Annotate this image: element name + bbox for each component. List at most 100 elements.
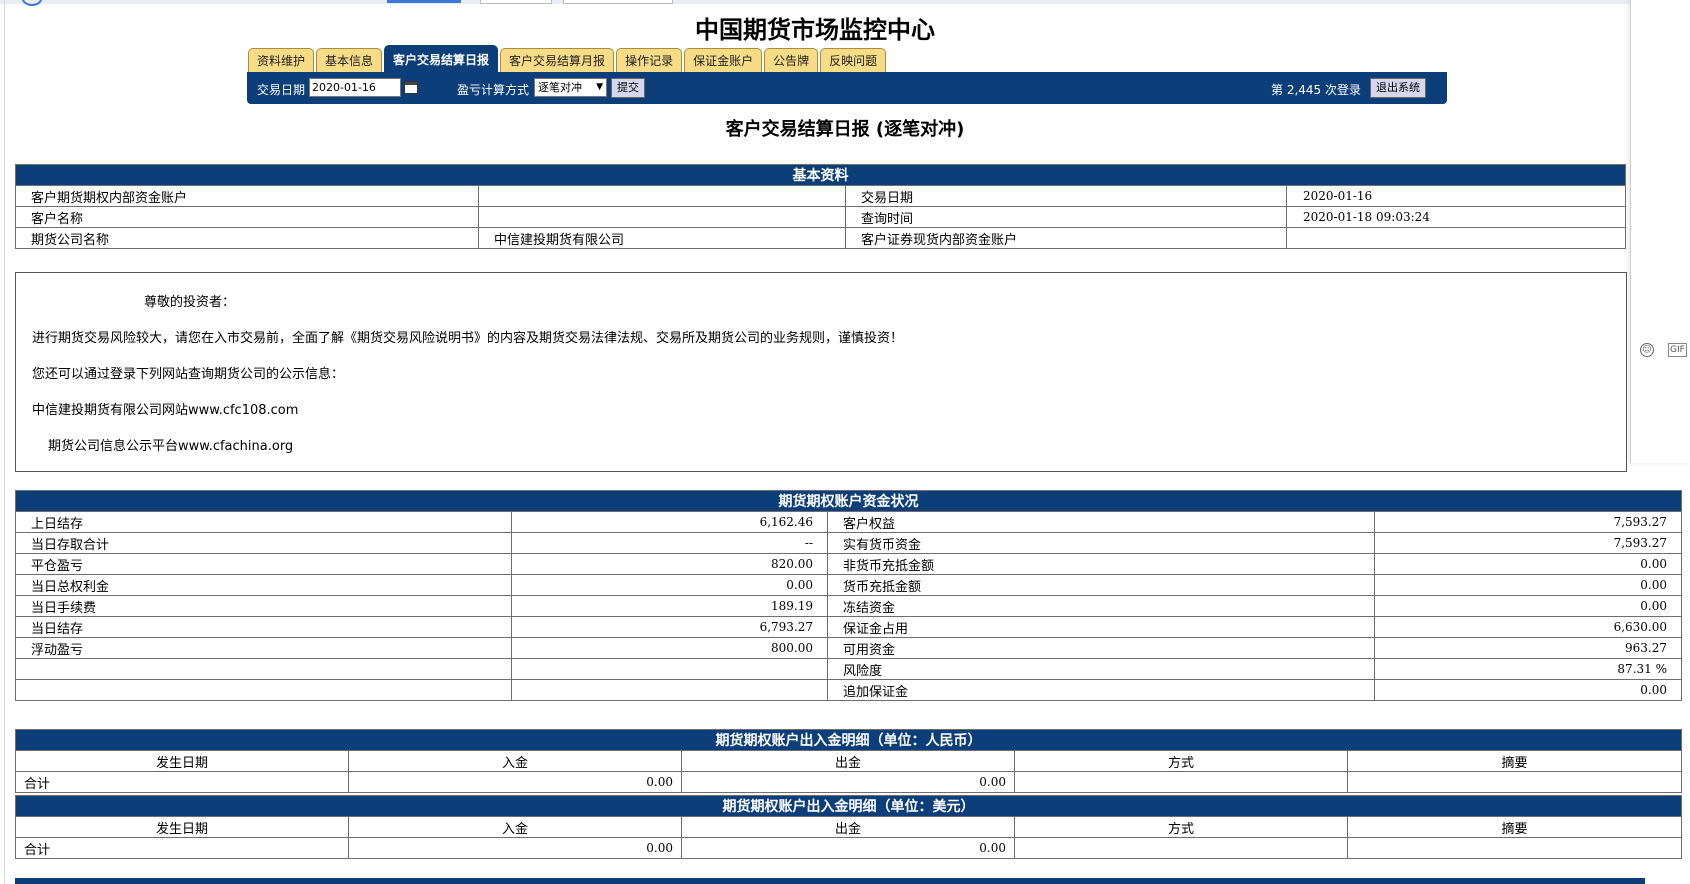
- field-value: [478, 206, 846, 228]
- browser-field: [563, 0, 673, 4]
- field-label: [15, 658, 512, 680]
- main-tabs: 资料维护 基本信息 客户交易结算日报 客户交易结算月报 操作记录 保证金账户 公…: [248, 45, 887, 73]
- column-header: 摘要: [1347, 750, 1682, 772]
- field-value: 6,793.27: [511, 616, 828, 638]
- total-label: 合计: [15, 837, 349, 859]
- table-row: 合计 0.00 0.00: [15, 771, 1682, 793]
- tab-data-maintenance[interactable]: 资料维护: [248, 48, 315, 73]
- table-header-row: 发生日期 入金 出金 方式 摘要: [15, 750, 1682, 772]
- column-header: 入金: [348, 750, 682, 772]
- field-label: 当日结存: [15, 616, 512, 638]
- submit-button[interactable]: 提交: [611, 78, 645, 98]
- table-row: 客户期货期权内部资金账户 交易日期 2020-01-16: [15, 185, 1626, 207]
- table-row: 当日结存 6,793.27 保证金占用 6,630.00: [15, 616, 1682, 638]
- field-value: 963.27: [1374, 637, 1682, 659]
- column-header: 入金: [348, 816, 682, 838]
- browser-tab-indicator: [387, 0, 461, 3]
- total-withdrawal: 0.00: [681, 771, 1015, 793]
- field-value: 7,593.27: [1374, 532, 1682, 554]
- field-label: 平仓盈亏: [15, 553, 512, 575]
- field-value: 6,630.00: [1374, 616, 1682, 638]
- table-row: 浮动盈亏 800.00 可用资金 963.27: [15, 637, 1682, 659]
- field-value: 6,162.46: [511, 511, 828, 533]
- field-value: 0.00: [1374, 679, 1682, 701]
- field-label: 保证金占用: [827, 616, 1375, 638]
- table-row: 当日手续费 189.19 冻结资金 0.00: [15, 595, 1682, 617]
- trade-date-input[interactable]: [309, 78, 401, 97]
- calc-method-select[interactable]: 逐笔对冲 ▼: [534, 78, 607, 97]
- tab-margin-account[interactable]: 保证金账户: [684, 48, 763, 73]
- field-value: 2020-01-18 09:03:24: [1286, 206, 1626, 228]
- tab-feedback[interactable]: 反映问题: [820, 48, 887, 73]
- field-label: 货币充抵金额: [827, 574, 1375, 596]
- column-header: 方式: [1014, 816, 1348, 838]
- table-row: 当日存取合计 -- 实有货币资金 7,593.27: [15, 532, 1682, 554]
- field-value: [478, 185, 846, 207]
- column-header: 方式: [1014, 750, 1348, 772]
- field-label: 可用资金: [827, 637, 1375, 659]
- tab-operation-log[interactable]: 操作记录: [616, 48, 683, 73]
- table-row: 客户名称 查询时间 2020-01-18 09:03:24: [15, 206, 1626, 228]
- table-header-row: 发生日期 入金 出金 方式 摘要: [15, 816, 1682, 838]
- funds-table: 期货期权账户资金状况 上日结存 6,162.46 客户权益 7,593.27 当日存取…: [15, 490, 1682, 701]
- column-header: 出金: [681, 816, 1015, 838]
- notice-text: 您还可以通过登录下列网站查询期货公司的公示信息：: [32, 367, 345, 382]
- table-row: 上日结存 6,162.46 客户权益 7,593.27: [15, 511, 1682, 533]
- next-section-header: [15, 878, 1645, 884]
- column-header: 摘要: [1347, 816, 1682, 838]
- browser-field: [480, 0, 552, 4]
- method-cell: [1014, 837, 1348, 859]
- total-deposit: 0.00: [348, 771, 682, 793]
- cny-deposit-table: 期货期权账户出入金明细（单位：人民币） 发生日期 入金 出金 方式 摘要 合计 …: [15, 729, 1682, 793]
- section-header: 基本资料: [15, 164, 1626, 186]
- field-label: 客户名称: [15, 206, 479, 228]
- tab-monthly-statement[interactable]: 客户交易结算月报: [500, 48, 615, 73]
- field-value: 800.00: [511, 637, 828, 659]
- field-value: [511, 679, 828, 701]
- side-chat-panel: ☺ GIF: [1630, 0, 1690, 463]
- field-label: 上日结存: [15, 511, 512, 533]
- chevron-down-icon: ▼: [596, 82, 603, 92]
- calc-method-label: 盈亏计算方式: [457, 83, 530, 97]
- emoji-icon[interactable]: ☺: [1640, 343, 1654, 357]
- tab-daily-statement[interactable]: 客户交易结算日报: [384, 45, 499, 73]
- site-title: 中国期货市场监控中心: [695, 16, 935, 44]
- field-value: [1286, 227, 1626, 249]
- logout-button[interactable]: 退出系统: [1370, 78, 1426, 98]
- column-header: 发生日期: [15, 816, 349, 838]
- login-count: 第 2,445 次登录: [1271, 83, 1361, 97]
- field-label: 非货币充抵金额: [827, 553, 1375, 575]
- tab-bulletin[interactable]: 公告牌: [764, 48, 819, 73]
- calendar-icon[interactable]: [404, 81, 418, 94]
- field-label: 查询时间: [845, 206, 1287, 228]
- table-row: 追加保证金 0.00: [15, 679, 1682, 701]
- notice-link: 中信建投期货有限公司网站www.cfc108.com: [32, 403, 299, 418]
- field-label: 追加保证金: [827, 679, 1375, 701]
- field-value: 0.00: [1374, 574, 1682, 596]
- field-value: 189.19: [511, 595, 828, 617]
- notice-link: 期货公司信息公示平台www.cfachina.org: [48, 439, 294, 454]
- gif-icon[interactable]: GIF: [1668, 343, 1687, 357]
- field-label: 冻结资金: [827, 595, 1375, 617]
- field-label: 客户证券现货内部资金账户: [845, 227, 1287, 249]
- tab-basic-info[interactable]: 基本信息: [316, 48, 383, 73]
- field-label: 当日手续费: [15, 595, 512, 617]
- report-title: 客户交易结算日报 (逐笔对冲): [725, 119, 965, 140]
- investor-notice: 尊敬的投资者： 进行期货交易风险较大，请您在入市交易前，全面了解《期货交易风险说…: [15, 272, 1627, 472]
- section-header: 期货期权账户出入金明细（单位：人民币）: [15, 729, 1682, 751]
- usd-deposit-table: 期货期权账户出入金明细（单位：美元） 发生日期 入金 出金 方式 摘要 合计 0…: [15, 795, 1682, 859]
- field-label: 浮动盈亏: [15, 637, 512, 659]
- field-value: 87.31 %: [1374, 658, 1682, 680]
- field-label: 期货公司名称: [15, 227, 479, 249]
- field-label: 实有货币资金: [827, 532, 1375, 554]
- basic-info-table: 基本资料 客户期货期权内部资金账户 交易日期 2020-01-16 客户名称 查…: [15, 164, 1626, 249]
- section-header: 期货期权账户出入金明细（单位：美元）: [15, 795, 1682, 817]
- field-value: 7,593.27: [1374, 511, 1682, 533]
- table-row: 平仓盈亏 820.00 非货币充抵金额 0.00: [15, 553, 1682, 575]
- summary-cell: [1347, 771, 1682, 793]
- total-deposit: 0.00: [348, 837, 682, 859]
- query-toolbar: 交易日期 盈亏计算方式 逐笔对冲 ▼ 提交 第 2,445 次登录 退出系统: [247, 72, 1447, 104]
- table-row: 合计 0.00 0.00: [15, 837, 1682, 859]
- field-label: 客户权益: [827, 511, 1375, 533]
- field-label: 当日存取合计: [15, 532, 512, 554]
